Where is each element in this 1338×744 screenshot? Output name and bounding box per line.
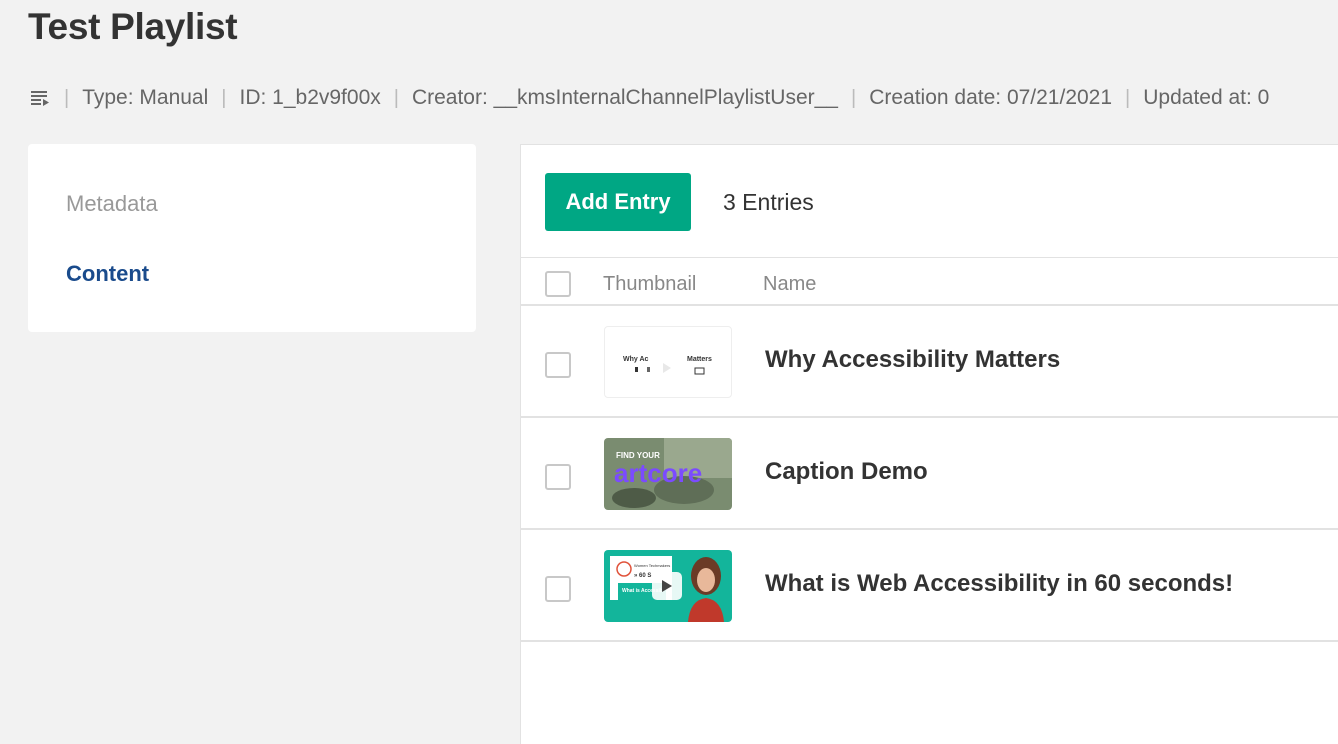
- meta-separator: |: [64, 86, 70, 109]
- entry-thumbnail[interactable]: Women Techmakers » 60 S What is Accessib: [604, 550, 732, 622]
- column-header-name[interactable]: Name: [763, 273, 816, 296]
- meta-creator: Creator: __kmsInternalChannelPlaylistUse…: [411, 86, 838, 109]
- entry-name[interactable]: Why Accessibility Matters: [765, 346, 1060, 374]
- entry-thumbnail[interactable]: Why Ac Matters: [604, 326, 732, 398]
- table-row[interactable]: FIND YOUR artcore Caption Demo: [521, 418, 1338, 530]
- meta-separator: |: [393, 86, 399, 109]
- thumb-caption: Why Ac: [623, 356, 649, 363]
- meta-separator: |: [1125, 86, 1131, 109]
- meta-updated-at: Updated at: 0: [1143, 86, 1270, 109]
- playlist-icon: [30, 88, 50, 108]
- meta-id: ID: 1_b2v9f00x: [239, 86, 381, 109]
- table-row[interactable]: Women Techmakers » 60 S What is Accessib…: [521, 530, 1338, 642]
- row-checkbox[interactable]: [545, 576, 571, 602]
- entry-thumbnail[interactable]: FIND YOUR artcore: [604, 438, 732, 510]
- row-checkbox[interactable]: [545, 352, 571, 378]
- sidebar-item-metadata[interactable]: Metadata: [66, 191, 158, 217]
- column-header-thumbnail: Thumbnail: [603, 273, 697, 295]
- sidebar-item-content[interactable]: Content: [66, 261, 149, 287]
- page-title: Test Playlist: [28, 6, 238, 47]
- thumb-caption: Women Techmakers: [634, 563, 670, 568]
- meta-type: Type: Manual: [82, 86, 209, 109]
- entry-name[interactable]: Caption Demo: [765, 458, 928, 486]
- table-row[interactable]: Why Ac Matters Why Accessibility Matters: [521, 306, 1338, 418]
- entries-count: 3 Entries: [723, 189, 814, 215]
- add-entry-button[interactable]: Add Entry: [545, 173, 691, 231]
- content-panel: Add Entry 3 Entries Thumbnail Name Why A…: [520, 144, 1338, 744]
- table-header: Thumbnail Name: [521, 257, 1338, 306]
- thumb-caption: Matters: [687, 356, 712, 363]
- thumb-caption: » 60 S: [634, 573, 651, 579]
- thumb-caption: artcore: [614, 458, 702, 488]
- sidebar-panel: Metadata Content: [28, 144, 476, 332]
- meta-separator: |: [850, 86, 857, 109]
- playlist-meta-row: | Type: Manual | ID: 1_b2v9f00x | Creato…: [30, 84, 1269, 112]
- entry-name[interactable]: What is Web Accessibility in 60 seconds!: [765, 570, 1233, 598]
- select-all-checkbox[interactable]: [545, 271, 571, 297]
- meta-creation-date: Creation date: 07/21/2021: [869, 86, 1113, 109]
- meta-separator: |: [221, 86, 227, 109]
- row-checkbox[interactable]: [545, 464, 571, 490]
